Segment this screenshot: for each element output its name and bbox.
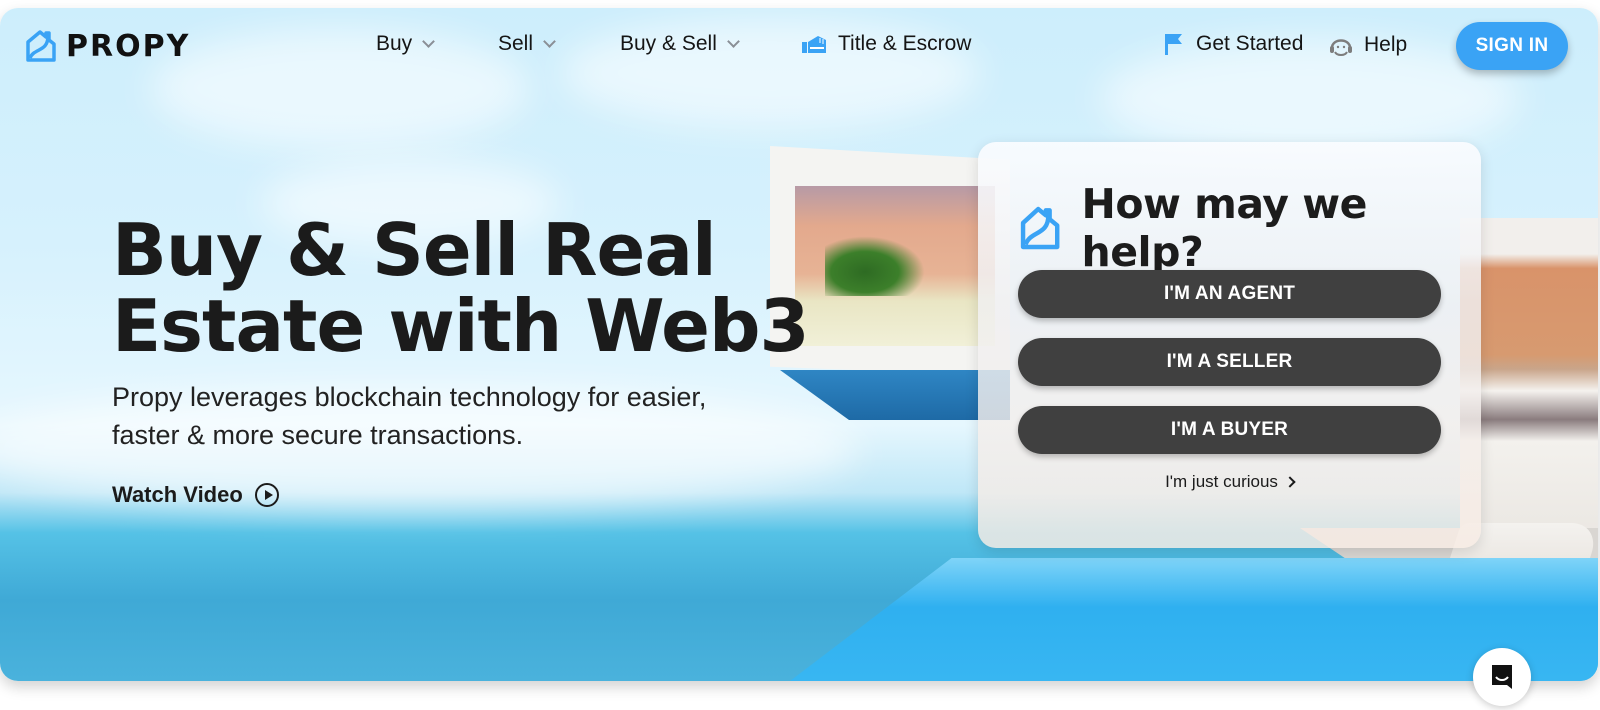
watch-video-label: Watch Video xyxy=(112,482,243,507)
watch-video-link[interactable]: Watch Video xyxy=(112,482,279,508)
just-curious-link[interactable]: I'm just curious xyxy=(978,472,1481,492)
chevron-down-icon xyxy=(543,34,556,48)
help-card-title: How may we help? xyxy=(1081,180,1368,276)
just-curious-label: I'm just curious xyxy=(1165,472,1278,491)
nav-title-escrow[interactable]: Title & Escrow xyxy=(802,32,971,56)
title-escrow-icon xyxy=(802,36,826,53)
headline-line-1: Buy & Sell Real xyxy=(112,208,717,292)
help-card-header: How may we help? xyxy=(1018,180,1481,276)
buyer-button[interactable]: I'M A BUYER xyxy=(1018,406,1441,454)
flag-icon xyxy=(1165,34,1182,55)
nav-sell[interactable]: Sell xyxy=(498,32,556,56)
nav-buy-sell-label: Buy & Sell xyxy=(620,32,717,55)
hero-subline: Propy leverages blockchain technology fo… xyxy=(112,382,707,450)
chevron-down-icon xyxy=(727,34,740,48)
help-label: Help xyxy=(1364,33,1408,56)
sign-in-button[interactable]: SIGN IN xyxy=(1456,22,1568,70)
agent-button[interactable]: I'M AN AGENT xyxy=(1018,270,1441,318)
support-agent-icon xyxy=(1330,39,1352,56)
nav-buy-sell[interactable]: Buy & Sell xyxy=(620,32,740,56)
hero-headline: Buy & Sell Real Estate with Web3 xyxy=(112,208,810,368)
help-card: How may we help? I'M AN AGENT I'M A SELL… xyxy=(978,142,1481,548)
nav-buy-label: Buy xyxy=(376,32,413,55)
chevron-down-icon xyxy=(422,34,436,48)
play-circle-icon xyxy=(254,483,279,507)
house-plant xyxy=(825,236,925,296)
chat-widget-button[interactable] xyxy=(1473,648,1531,706)
nav-help[interactable]: Help xyxy=(1328,32,1407,58)
propy-house-icon xyxy=(1020,206,1060,250)
nav-get-started[interactable]: Get Started xyxy=(1164,32,1303,56)
chevron-right-icon xyxy=(1284,476,1296,488)
nav-buy[interactable]: Buy xyxy=(376,32,436,56)
get-started-label: Get Started xyxy=(1196,32,1304,55)
house-overhang xyxy=(780,370,1010,420)
brand-name: PROPY xyxy=(66,28,191,64)
headline-line-2: Estate with Web3 xyxy=(112,284,810,368)
seller-button[interactable]: I'M A SELLER xyxy=(1018,338,1441,386)
propy-logo[interactable]: PROPY xyxy=(24,28,190,64)
chat-icon xyxy=(1492,665,1512,689)
nav-sell-label: Sell xyxy=(498,32,534,55)
propy-house-icon xyxy=(26,30,56,62)
nav-title-escrow-label: Title & Escrow xyxy=(838,32,972,55)
top-navbar: PROPY Buy Sell Buy & Sell Title & Escrow… xyxy=(0,8,1598,84)
